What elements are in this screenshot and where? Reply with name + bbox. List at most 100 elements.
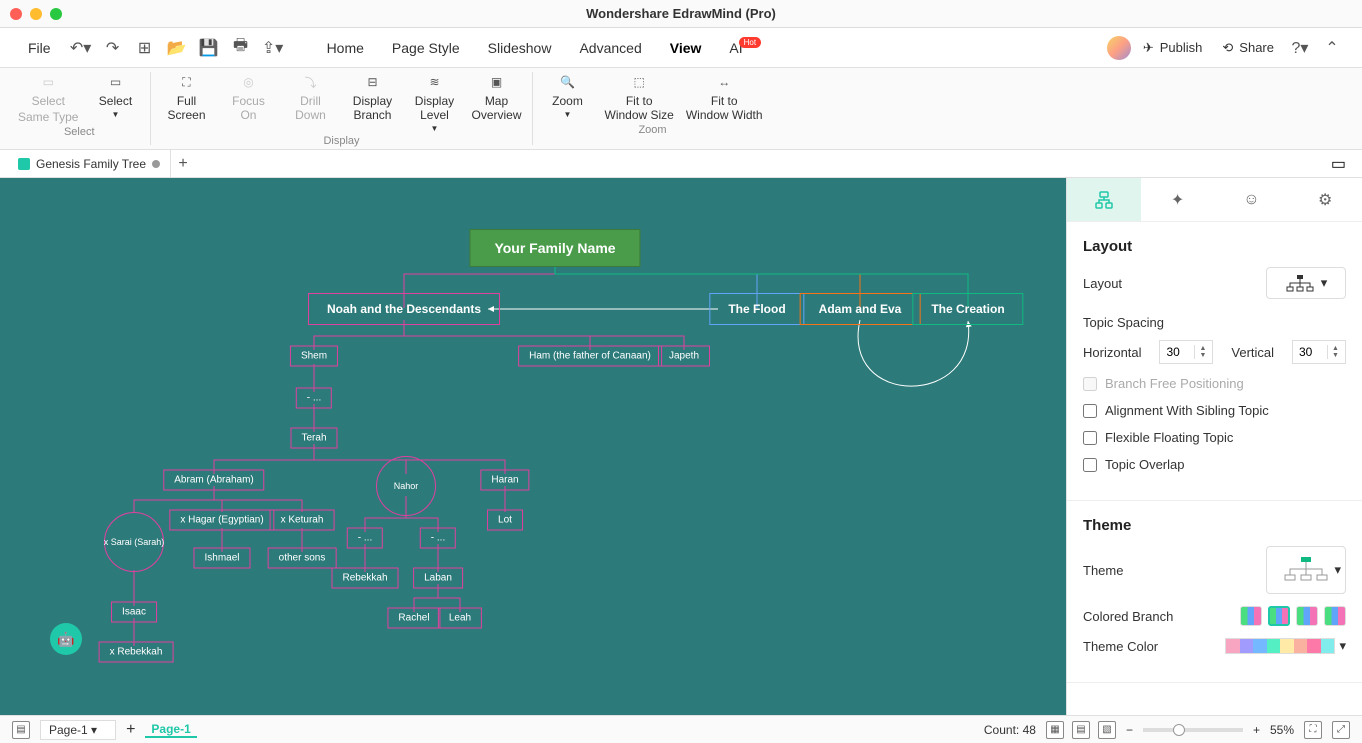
node-haran[interactable]: Haran [480, 470, 529, 491]
fullscreen-status-icon[interactable]: ⤢ [1332, 721, 1350, 739]
fit-window-size-button[interactable]: ⬚ Fit to Window Size [605, 72, 674, 122]
print-icon[interactable]: 🖶 [227, 34, 255, 62]
open-icon[interactable]: 📂 [163, 34, 191, 62]
ai-assistant-bubble[interactable]: 🤖 [50, 623, 82, 655]
user-avatar[interactable] [1107, 36, 1131, 60]
save-icon[interactable]: 💾 [195, 34, 223, 62]
document-tab[interactable]: Genesis Family Tree [8, 150, 171, 177]
node-lot[interactable]: Lot [487, 510, 523, 531]
branch-swatch-2[interactable] [1268, 606, 1290, 626]
node-creation[interactable]: The Creation [912, 293, 1023, 325]
node-dash1[interactable]: - ... [296, 388, 332, 409]
fit-screen-icon[interactable]: ⛶ [1304, 721, 1322, 739]
canvas[interactable]: Your Family Name Noah and the Descendant… [0, 178, 1066, 715]
zoom-button[interactable]: 🔍 Zoom▼ [543, 72, 593, 122]
zoom-slider[interactable] [1143, 728, 1243, 732]
panel-toggle-icon[interactable]: ▭ [1323, 154, 1354, 174]
panel-tab-settings[interactable]: ⚙ [1288, 178, 1362, 221]
menu-file[interactable]: File [16, 34, 63, 62]
branch-swatch-1[interactable] [1240, 606, 1262, 626]
view-mode-2-icon[interactable]: ▤ [1072, 721, 1090, 739]
node-rachel[interactable]: Rachel [387, 608, 440, 629]
panel-tab-emoji[interactable]: ☺ [1215, 178, 1289, 221]
focus-icon: ◎ [243, 72, 253, 92]
new-doc-icon[interactable]: ⊞ [131, 34, 159, 62]
theme-label: Theme [1083, 563, 1123, 578]
page-selector[interactable]: Page-1 ▾ [40, 720, 116, 740]
display-branch-button[interactable]: ⊟ Display Branch [347, 72, 397, 133]
display-level-button[interactable]: ≋ Display Level▼ [409, 72, 459, 133]
node-root[interactable]: Your Family Name [469, 229, 640, 267]
node-flood[interactable]: The Flood [709, 293, 804, 325]
minimize-window[interactable] [30, 8, 42, 20]
branch-swatch-4[interactable] [1324, 606, 1346, 626]
add-tab-button[interactable]: + [171, 155, 195, 173]
chevron-down-icon: ▾ [1334, 562, 1341, 578]
view-mode-1-icon[interactable]: ▦ [1046, 721, 1064, 739]
branch-swatch-3[interactable] [1296, 606, 1318, 626]
node-abram[interactable]: Abram (Abraham) [163, 470, 264, 491]
collapse-ribbon-icon[interactable]: ⌃ [1318, 34, 1346, 62]
menu-home[interactable]: Home [315, 34, 376, 62]
full-screen-button[interactable]: ⛶ Full Screen [161, 72, 211, 133]
menu-page-style[interactable]: Page Style [380, 34, 472, 62]
add-page-button[interactable]: + [126, 721, 135, 739]
node-othersons[interactable]: other sons [268, 548, 337, 569]
active-page-tab[interactable]: Page-1 [145, 722, 196, 738]
flex-float-checkbox[interactable] [1083, 431, 1097, 445]
menu-ai[interactable]: AIHot [717, 34, 777, 62]
panel-tab-layout[interactable] [1067, 178, 1141, 221]
vertical-label: Vertical [1231, 345, 1274, 360]
zoom-out-button[interactable]: − [1126, 723, 1133, 737]
node-leah[interactable]: Leah [438, 608, 482, 629]
undo-icon[interactable]: ↶▾ [67, 34, 95, 62]
panel-tab-style[interactable]: ✦ [1141, 178, 1215, 221]
node-nahor[interactable]: Nahor [376, 456, 436, 516]
help-icon[interactable]: ?▾ [1286, 34, 1314, 62]
node-terah[interactable]: Terah [290, 428, 337, 449]
node-ishmael[interactable]: Ishmael [193, 548, 250, 569]
topic-overlap-checkbox[interactable] [1083, 458, 1097, 472]
share-button[interactable]: ⟲Share [1214, 36, 1282, 60]
h-spin-up[interactable]: ▲ [1200, 345, 1207, 352]
node-dash2[interactable]: - ... [347, 528, 383, 549]
v-spin-down[interactable]: ▼ [1332, 352, 1339, 359]
node-sarai[interactable]: x Sarai (Sarah) [104, 512, 164, 572]
node-noah[interactable]: Noah and the Descendants [308, 293, 500, 325]
outline-toggle-icon[interactable]: ▤ [12, 721, 30, 739]
menu-advanced[interactable]: Advanced [567, 34, 653, 62]
fit-window-width-button[interactable]: ↔ Fit to Window Width [686, 72, 763, 122]
vertical-input[interactable] [1293, 345, 1327, 359]
maximize-window[interactable] [50, 8, 62, 20]
menu-slideshow[interactable]: Slideshow [476, 34, 564, 62]
node-dash3[interactable]: - ... [420, 528, 456, 549]
menu-view[interactable]: View [658, 34, 714, 62]
chevron-down-icon: ▾ [1339, 638, 1346, 654]
layout-picker[interactable]: ▾ [1266, 267, 1346, 299]
horizontal-input[interactable] [1160, 345, 1194, 359]
node-rebekkah[interactable]: Rebekkah [331, 568, 398, 589]
publish-button[interactable]: ✈Publish [1135, 36, 1211, 60]
node-shem[interactable]: Shem [290, 346, 338, 367]
theme-picker[interactable]: ▾ [1266, 546, 1346, 594]
redo-icon[interactable]: ↷ [99, 34, 127, 62]
v-spin-up[interactable]: ▲ [1332, 345, 1339, 352]
unsaved-indicator [152, 160, 160, 168]
align-sibling-checkbox[interactable] [1083, 404, 1097, 418]
map-overview-button[interactable]: ▣ Map Overview [471, 72, 521, 133]
h-spin-down[interactable]: ▼ [1200, 352, 1207, 359]
node-adam[interactable]: Adam and Eva [800, 293, 921, 325]
node-xrebekkah[interactable]: x Rebekkah [99, 642, 174, 663]
export-icon[interactable]: ⇪▾ [259, 34, 287, 62]
node-japeth[interactable]: Japeth [658, 346, 710, 367]
node-isaac[interactable]: Isaac [111, 602, 157, 623]
node-hagar[interactable]: x Hagar (Egyptian) [169, 510, 274, 531]
node-keturah[interactable]: x Keturah [270, 510, 335, 531]
theme-color-picker[interactable] [1225, 638, 1335, 654]
zoom-in-button[interactable]: + [1253, 723, 1260, 737]
view-mode-3-icon[interactable]: ▧ [1098, 721, 1116, 739]
close-window[interactable] [10, 8, 22, 20]
node-laban[interactable]: Laban [413, 568, 463, 589]
node-ham[interactable]: Ham (the father of Canaan) [518, 346, 662, 367]
select-button[interactable]: ▭ Select ▼ [90, 72, 140, 124]
